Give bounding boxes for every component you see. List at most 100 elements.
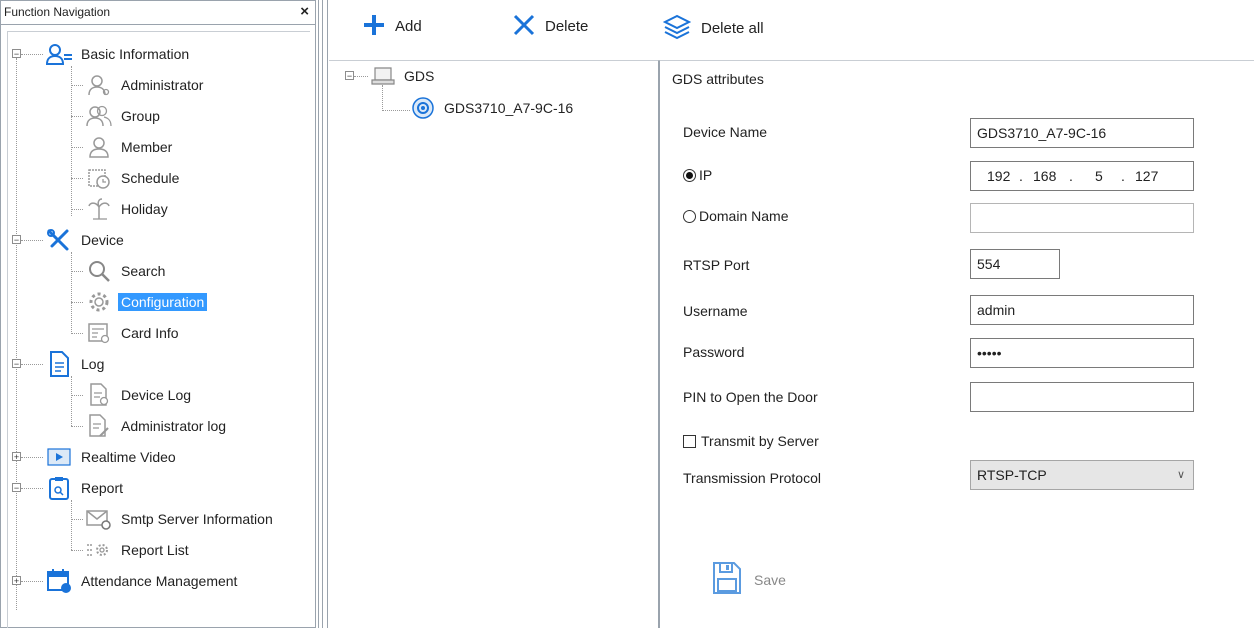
checkbox-box[interactable]	[683, 435, 696, 448]
nav-item-label: Basic Information	[81, 46, 190, 62]
function-navigation-panel: Function Navigation × − Basic Informatio…	[0, 0, 316, 628]
log-document-icon	[46, 351, 72, 377]
expander-attendance-management[interactable]: +	[12, 576, 21, 586]
expander-basic-information[interactable]: −	[12, 49, 21, 59]
expander-realtime-video[interactable]: +	[12, 452, 21, 462]
nav-tree: − Basic Information Administrator Group	[7, 31, 310, 628]
device-log-icon	[86, 383, 112, 407]
ip-radio[interactable]: IP	[683, 167, 712, 183]
delete-button-label: Delete	[545, 18, 589, 35]
expander-report[interactable]: −	[12, 483, 21, 493]
nav-item-administrator-log[interactable]: Administrator log	[86, 413, 229, 439]
nav-item-label: Report List	[121, 542, 189, 558]
nav-item-label: Administrator log	[121, 418, 227, 434]
delete-all-button-label: Delete all	[701, 20, 764, 37]
domain-radio-button[interactable]	[683, 210, 696, 223]
nav-item-label: Group	[121, 108, 160, 124]
add-button-label: Add	[395, 18, 422, 35]
nav-item-label: Realtime Video	[81, 449, 176, 465]
delete-button[interactable]: Delete	[513, 14, 588, 39]
transmission-protocol-label: Transmission Protocol	[683, 470, 821, 486]
save-button[interactable]: Save	[712, 561, 786, 598]
nav-item-group[interactable]: Group	[86, 103, 163, 129]
nav-item-label: Card Info	[121, 325, 179, 341]
nav-item-member[interactable]: Member	[86, 134, 175, 160]
ip-radio-button[interactable]	[683, 169, 696, 182]
floppy-disk-icon	[712, 561, 742, 598]
nav-item-report-list[interactable]: Report List	[86, 537, 192, 563]
layers-delete-icon	[662, 14, 692, 43]
nav-item-holiday[interactable]: Holiday	[86, 196, 171, 222]
save-button-label: Save	[754, 571, 786, 588]
nav-item-card-info[interactable]: Card Info	[86, 320, 182, 346]
rtsp-port-field[interactable]: 554	[970, 249, 1060, 279]
ip-octet-2: 168	[1033, 168, 1057, 184]
device-tree-panel: − GDS GDS3710_A7-9C-16	[329, 60, 659, 628]
nav-item-administrator[interactable]: Administrator	[86, 72, 206, 98]
expander-log[interactable]: −	[12, 359, 21, 369]
nav-item-configuration[interactable]: Configuration	[86, 289, 208, 315]
admin-user-icon	[86, 73, 112, 97]
transmit-by-server-checkbox[interactable]: Transmit by Server	[683, 433, 819, 449]
nav-item-basic-information[interactable]: Basic Information	[46, 41, 192, 67]
password-label: Password	[683, 344, 745, 360]
device-name-field[interactable]: GDS3710_A7-9C-16	[970, 118, 1194, 148]
expander-device[interactable]: −	[12, 235, 21, 245]
domain-name-radio[interactable]: Domain Name	[683, 208, 788, 224]
nav-item-label: Search	[121, 263, 166, 279]
device-tree-item-label: GDS3710_A7-9C-16	[444, 100, 574, 116]
domain-name-field[interactable]	[970, 203, 1194, 233]
transmit-by-server-label: Transmit by Server	[701, 433, 819, 449]
nav-item-label: Report	[81, 480, 124, 496]
nav-item-log[interactable]: Log	[46, 351, 107, 377]
ip-octet-3: 5	[1095, 168, 1103, 184]
nav-item-schedule[interactable]: Schedule	[86, 165, 182, 191]
nav-item-search[interactable]: Search	[86, 258, 168, 284]
holiday-icon	[86, 197, 112, 221]
protocol-selected-value: RTSP-TCP	[977, 467, 1047, 483]
device-tree-item-gds3710[interactable]: GDS3710_A7-9C-16	[411, 95, 576, 121]
ip-octet-1: 192	[987, 168, 1011, 184]
nav-title: Function Navigation	[4, 5, 111, 19]
gds-attributes-panel: GDS attributes Device Name GDS3710_A7-9C…	[659, 60, 1254, 628]
nav-item-label: Configuration	[118, 293, 208, 311]
ip-address-field[interactable]: 192 . 168 . 5 . 127	[970, 161, 1194, 191]
nav-item-device[interactable]: Device	[46, 227, 127, 253]
transmission-protocol-select[interactable]: RTSP-TCP ∨	[970, 460, 1194, 490]
report-list-icon	[86, 538, 112, 562]
nav-item-smtp-server-information[interactable]: Smtp Server Information	[86, 506, 276, 532]
delete-all-button[interactable]: Delete all	[662, 14, 764, 43]
nav-item-attendance-management[interactable]: Attendance Management	[46, 568, 240, 594]
pin-field[interactable]	[970, 382, 1194, 412]
user-list-icon	[46, 42, 72, 66]
nav-item-label: Attendance Management	[81, 573, 238, 589]
close-icon[interactable]: ×	[300, 1, 309, 23]
report-icon	[46, 476, 72, 500]
device-tree-root-gds[interactable]: GDS	[371, 63, 437, 89]
camera-device-icon	[411, 96, 435, 120]
ip-label: IP	[699, 167, 713, 183]
username-label: Username	[683, 303, 748, 319]
search-icon	[86, 259, 112, 283]
gear-icon	[86, 290, 112, 314]
nav-item-device-log[interactable]: Device Log	[86, 382, 194, 408]
domain-name-label: Domain Name	[699, 208, 789, 224]
username-field[interactable]: admin	[970, 295, 1194, 325]
device-tree-root-label: GDS	[404, 68, 435, 84]
nav-item-realtime-video[interactable]: Realtime Video	[46, 444, 179, 470]
panel-splitter-bar[interactable]	[318, 0, 323, 628]
tools-icon	[46, 228, 72, 252]
password-field[interactable]: •••••	[970, 338, 1194, 368]
calendar-icon	[46, 569, 72, 593]
nav-item-label: Holiday	[121, 201, 168, 217]
nav-item-report[interactable]: Report	[46, 475, 126, 501]
nav-item-label: Smtp Server Information	[121, 511, 273, 527]
member-icon	[86, 135, 112, 159]
nav-item-label: Device	[81, 232, 124, 248]
plus-icon	[363, 14, 385, 39]
expander-gds[interactable]: −	[345, 71, 354, 81]
nav-item-label: Member	[121, 139, 173, 155]
card-info-icon	[86, 321, 112, 345]
add-button[interactable]: Add	[363, 14, 422, 39]
nav-item-label: Schedule	[121, 170, 180, 186]
